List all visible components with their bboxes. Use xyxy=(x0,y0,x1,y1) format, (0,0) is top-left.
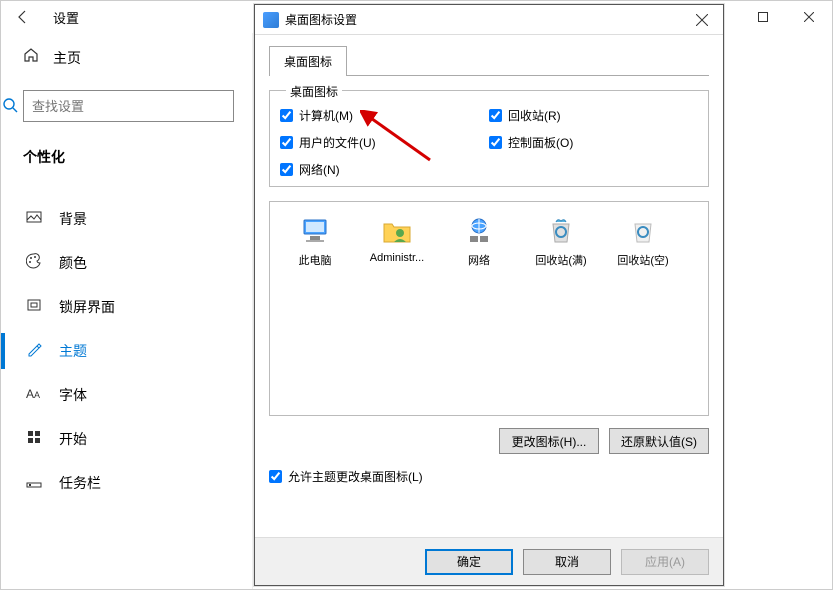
titlebar-left: 设置 xyxy=(3,1,79,33)
sidebar: 主页 个性化 背景 颜色 锁屏界面 xyxy=(1,33,253,589)
nav-label: 颜色 xyxy=(59,253,87,273)
checkbox-input[interactable] xyxy=(269,470,282,483)
user-folder-icon xyxy=(380,214,414,248)
checkbox-input[interactable] xyxy=(280,163,293,176)
sidebar-item-themes[interactable]: 主题 xyxy=(23,329,234,373)
tab-desktop-icons[interactable]: 桌面图标 xyxy=(269,46,347,76)
checkbox-label: 计算机(M) xyxy=(299,107,353,124)
cancel-button[interactable]: 取消 xyxy=(523,549,611,575)
desktop-icons-fieldset: 桌面图标 计算机(M) 用户的文件(U) xyxy=(269,90,709,187)
grid-label: 回收站(空) xyxy=(617,252,668,268)
dialog-titlebar: 桌面图标设置 xyxy=(255,5,723,35)
checkbox-label: 控制面板(O) xyxy=(508,134,573,151)
close-icon xyxy=(804,12,814,22)
nav-label: 任务栏 xyxy=(59,473,101,493)
checkbox-input[interactable] xyxy=(489,109,502,122)
checkbox-label: 允许主题更改桌面图标(L) xyxy=(288,468,423,485)
checkbox-input[interactable] xyxy=(280,109,293,122)
dialog-titlebar-left: 桌面图标设置 xyxy=(263,11,357,28)
sidebar-item-lockscreen[interactable]: 锁屏界面 xyxy=(23,285,234,329)
svg-text:A: A xyxy=(34,390,40,400)
start-icon xyxy=(25,429,43,449)
nav-label: 背景 xyxy=(59,209,87,229)
close-button[interactable] xyxy=(786,1,832,33)
dialog-title: 桌面图标设置 xyxy=(285,11,357,28)
apply-button[interactable]: 应用(A) xyxy=(621,549,709,575)
checkbox-label: 网络(N) xyxy=(299,161,340,178)
sidebar-item-colors[interactable]: 颜色 xyxy=(23,241,234,285)
restore-default-button[interactable]: 还原默认值(S) xyxy=(609,428,709,454)
grid-label: 回收站(满) xyxy=(535,252,586,268)
maximize-icon xyxy=(758,12,768,22)
category-title: 个性化 xyxy=(23,147,234,167)
network-icon xyxy=(462,214,496,248)
grid-item-this-pc[interactable]: 此电脑 xyxy=(278,214,352,268)
allow-themes-checkbox[interactable]: 允许主题更改桌面图标(L) xyxy=(269,468,709,485)
nav-label: 主题 xyxy=(59,341,87,361)
change-icon-button[interactable]: 更改图标(H)... xyxy=(499,428,599,454)
palette-icon xyxy=(25,253,43,273)
nav-label: 锁屏界面 xyxy=(59,297,115,317)
checkbox-input[interactable] xyxy=(489,136,502,149)
home-icon xyxy=(23,47,39,68)
grid-label: Administr... xyxy=(370,252,424,264)
search-icon xyxy=(2,97,18,118)
checkbox-computer[interactable]: 计算机(M) xyxy=(280,107,489,124)
home-button[interactable]: 主页 xyxy=(23,47,234,68)
themes-icon xyxy=(25,341,43,361)
picture-icon xyxy=(25,209,43,229)
grid-item-recycle-empty[interactable]: 回收站(空) xyxy=(606,214,680,268)
icon-action-row: 更改图标(H)... 还原默认值(S) xyxy=(269,428,709,454)
taskbar-icon xyxy=(25,473,43,493)
checkbox-control[interactable]: 控制面板(O) xyxy=(489,134,698,151)
icon-grid: 此电脑 Administr... 网络 xyxy=(278,214,700,268)
computer-icon xyxy=(298,214,332,248)
svg-text:A: A xyxy=(26,387,34,401)
recycle-empty-icon xyxy=(626,214,660,248)
checkbox-recycle[interactable]: 回收站(R) xyxy=(489,107,698,124)
icon-preview-box: 此电脑 Administr... 网络 xyxy=(269,201,709,416)
search-box[interactable] xyxy=(23,90,234,122)
sidebar-item-start[interactable]: 开始 xyxy=(23,417,234,461)
dialog-footer: 确定 取消 应用(A) xyxy=(255,537,723,585)
sidebar-item-fonts[interactable]: AA 字体 xyxy=(23,373,234,417)
search-input[interactable] xyxy=(32,99,225,114)
checkbox-userfiles[interactable]: 用户的文件(U) xyxy=(280,134,489,151)
home-label: 主页 xyxy=(53,48,81,68)
checkbox-label: 用户的文件(U) xyxy=(299,134,376,151)
desktop-icon-settings-dialog: 桌面图标设置 桌面图标 桌面图标 计算机(M) xyxy=(254,4,724,586)
maximize-button[interactable] xyxy=(740,1,786,33)
fieldset-legend: 桌面图标 xyxy=(286,83,342,100)
lockscreen-icon xyxy=(25,297,43,317)
dialog-app-icon xyxy=(263,12,279,28)
nav-label: 字体 xyxy=(59,385,87,405)
grid-label: 此电脑 xyxy=(299,252,332,268)
settings-title: 设置 xyxy=(53,8,79,27)
nav-list: 背景 颜色 锁屏界面 主题 AA 字体 xyxy=(23,197,234,505)
sidebar-item-background[interactable]: 背景 xyxy=(23,197,234,241)
fonts-icon: AA xyxy=(25,385,43,405)
grid-item-recycle-full[interactable]: 回收站(满) xyxy=(524,214,598,268)
grid-label: 网络 xyxy=(468,252,490,268)
grid-item-network[interactable]: 网络 xyxy=(442,214,516,268)
tab-strip: 桌面图标 xyxy=(269,45,709,76)
close-icon xyxy=(696,14,708,26)
recycle-full-icon xyxy=(544,214,578,248)
nav-label: 开始 xyxy=(59,429,87,449)
back-button[interactable] xyxy=(3,1,43,33)
ok-button[interactable]: 确定 xyxy=(425,549,513,575)
checkbox-network[interactable]: 网络(N) xyxy=(280,161,489,178)
sidebar-item-taskbar[interactable]: 任务栏 xyxy=(23,461,234,505)
dialog-close-button[interactable] xyxy=(687,8,717,32)
checkbox-label: 回收站(R) xyxy=(508,107,561,124)
grid-item-administrator[interactable]: Administr... xyxy=(360,214,434,268)
arrow-left-icon xyxy=(15,9,31,25)
dialog-body: 桌面图标 桌面图标 计算机(M) 用户的文件(U) xyxy=(255,35,723,495)
checkbox-input[interactable] xyxy=(280,136,293,149)
